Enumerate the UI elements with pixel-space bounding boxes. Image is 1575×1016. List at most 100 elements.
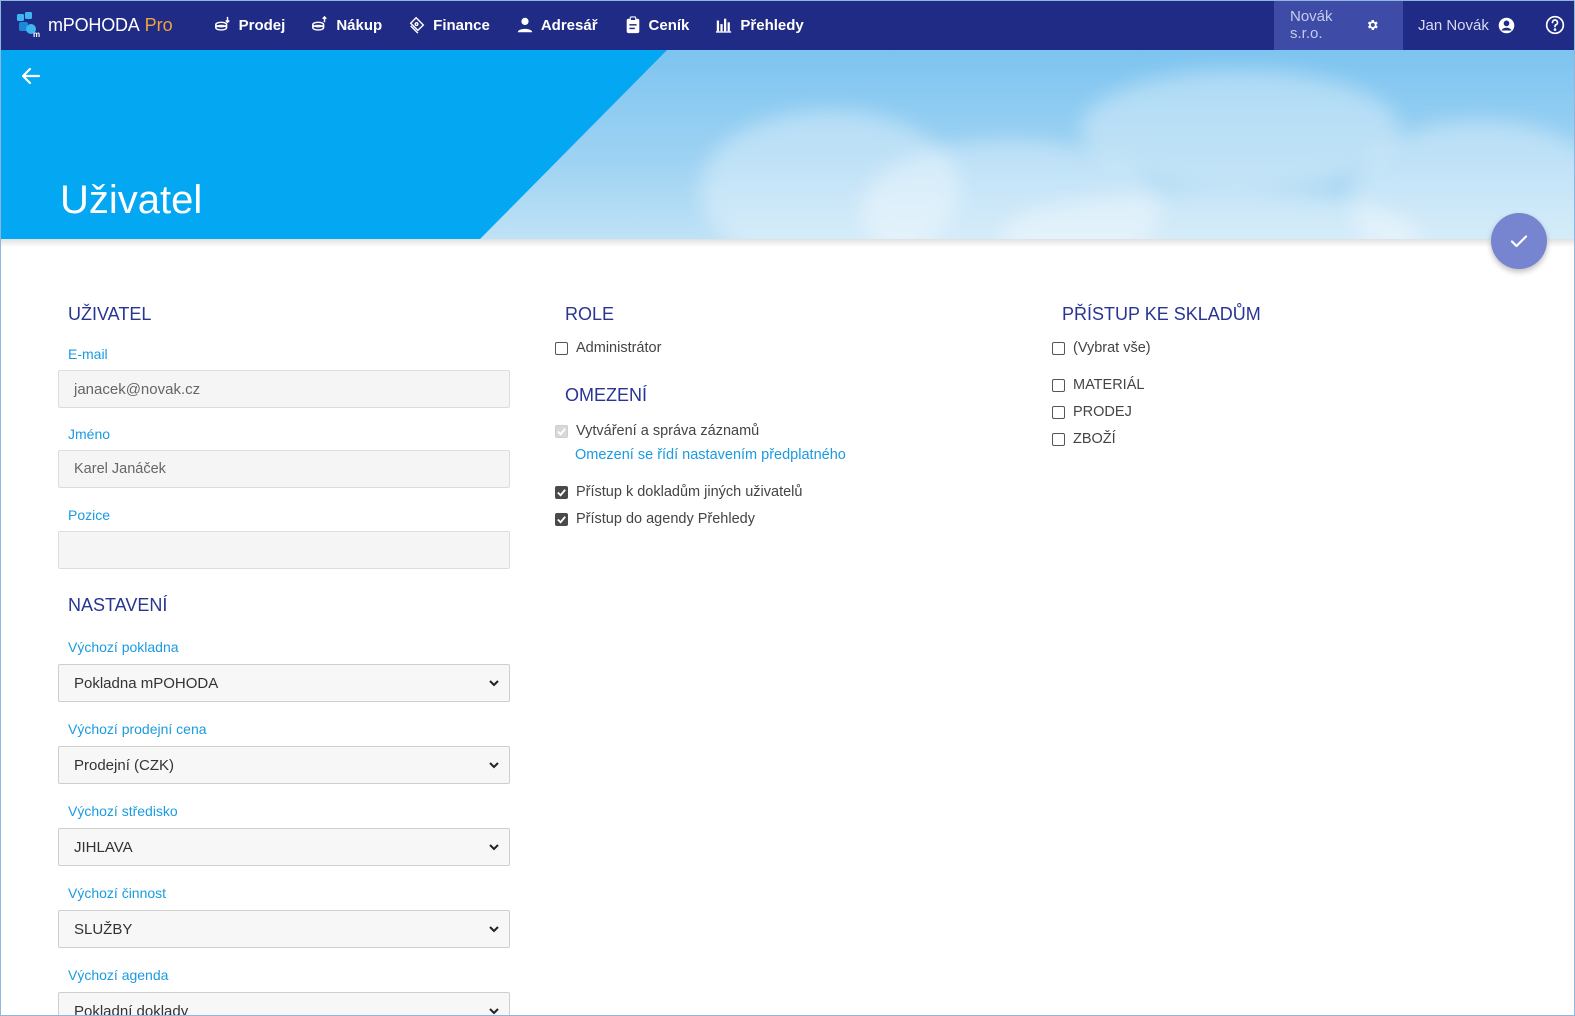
default-cash-desk-label: Výchozí pokladna xyxy=(68,639,179,655)
warehouse-label: PRODEJ xyxy=(1073,404,1132,420)
nav-item-finance[interactable]: Finance xyxy=(395,0,503,50)
name-field[interactable]: Karel Janáček xyxy=(58,450,510,488)
main-nav: Prodej Nákup Finance Adresář Ceník Přehl… xyxy=(201,0,817,50)
user-menu[interactable]: Jan Novák xyxy=(1403,0,1515,50)
gear-icon xyxy=(1368,20,1379,30)
warehouse-checkbox[interactable] xyxy=(1052,432,1065,446)
nav-item-cenik[interactable]: Ceník xyxy=(611,0,703,50)
warehouse-checkbox-row[interactable]: ZBOŽÍ xyxy=(1052,429,1492,449)
warehouse-column: PŘÍSTUP KE SKLADŮM (Vybrat vše) MATERIÁL… xyxy=(1052,300,1492,449)
reports-checkbox-row[interactable]: Přístup do agendy Přehledy xyxy=(555,509,995,529)
default-center-label: Výchozí středisko xyxy=(68,803,178,819)
svg-text:m: m xyxy=(33,30,40,38)
check-icon xyxy=(1510,235,1528,248)
nav-item-label: Ceník xyxy=(648,16,690,34)
bar-chart-icon xyxy=(716,18,732,33)
others-docs-checkbox[interactable] xyxy=(555,485,568,499)
admin-checkbox-row[interactable]: Administrátor xyxy=(555,338,995,358)
person-icon xyxy=(517,17,533,33)
default-agenda-label: Výchozí agenda xyxy=(68,967,169,983)
select-value: Pokladní doklady xyxy=(74,1002,189,1016)
header-right: Novák s.r.o. Jan Novák xyxy=(1274,0,1575,50)
warehouse-section-title: PŘÍSTUP KE SKLADŮM xyxy=(1062,304,1261,324)
chevron-down-icon xyxy=(489,844,499,851)
help-icon xyxy=(1545,15,1565,35)
checkmark-icon xyxy=(557,427,566,436)
account-circle-icon xyxy=(1498,17,1515,33)
select-all-checkbox-row[interactable]: (Vybrat vše) xyxy=(1052,338,1492,358)
app-name: mPOHODA xyxy=(48,14,140,35)
default-price-select[interactable]: Prodejní (CZK) xyxy=(58,746,510,784)
position-field[interactable] xyxy=(58,531,510,569)
chevron-down-icon xyxy=(489,680,499,687)
help-button[interactable] xyxy=(1515,0,1575,50)
select-all-checkbox[interactable] xyxy=(1052,341,1065,355)
create-records-label: Vytváření a správa záznamů xyxy=(576,423,760,439)
user-name: Jan Novák xyxy=(1418,16,1489,34)
purchase-icon xyxy=(312,16,328,31)
settings-section-title: NASTAVENÍ xyxy=(68,595,168,615)
default-price-label: Výchozí prodejní cena xyxy=(68,721,207,737)
select-value: SLUŽBY xyxy=(74,920,133,938)
checkmark-icon xyxy=(557,515,566,524)
default-agenda-select[interactable]: Pokladní doklady xyxy=(58,992,510,1016)
name-label: Jméno xyxy=(68,426,111,442)
mpohoda-logo-icon: m xyxy=(17,12,40,38)
default-center-select[interactable]: JIHLAVA xyxy=(58,828,510,866)
save-button[interactable] xyxy=(1491,213,1547,269)
page-title: Uživatel xyxy=(60,178,203,222)
reports-checkbox[interactable] xyxy=(555,512,568,526)
chevron-down-icon xyxy=(489,1008,499,1015)
subscription-link[interactable]: Omezení se řídí nastavením předplatného xyxy=(575,447,846,463)
warehouse-label: MATERIÁL xyxy=(1073,377,1145,393)
admin-checkbox[interactable] xyxy=(555,341,568,355)
back-arrow-icon[interactable] xyxy=(19,64,43,88)
default-cash-desk-select[interactable]: Pokladna mPOHODA xyxy=(58,664,510,702)
select-value: JIHLAVA xyxy=(74,838,133,856)
others-docs-label: Přístup k dokladům jiných uživatelů xyxy=(576,484,803,500)
restrictions-section-title: OMEZENÍ xyxy=(565,385,648,405)
chevron-down-icon xyxy=(489,926,499,933)
reports-label: Přístup do agendy Přehledy xyxy=(576,511,755,527)
default-activity-select[interactable]: SLUŽBY xyxy=(58,910,510,948)
role-column: ROLE Administrátor OMEZENÍ Vytváření a s… xyxy=(555,300,995,529)
admin-label: Administrátor xyxy=(576,340,662,356)
top-navigation-bar: m mPOHODA Pro Prodej Nákup Finance Adres… xyxy=(0,0,1575,50)
page-banner: Uživatel xyxy=(0,50,1575,239)
nav-item-label: Prodej xyxy=(238,16,286,34)
nav-item-label: Přehledy xyxy=(740,16,804,34)
others-docs-checkbox-row[interactable]: Přístup k dokladům jiných uživatelů xyxy=(555,482,995,502)
select-all-label: (Vybrat vše) xyxy=(1073,340,1151,356)
warehouse-checkbox[interactable] xyxy=(1052,405,1065,419)
app-edition: Pro xyxy=(144,14,173,35)
finance-icon xyxy=(409,16,425,34)
create-records-checkbox xyxy=(555,424,568,438)
user-column: UŽIVATEL E-mail janacek@novak.cz Jméno K… xyxy=(58,300,510,1016)
app-logo[interactable]: m mPOHODA Pro xyxy=(16,0,173,50)
nav-item-prodej[interactable]: Prodej xyxy=(201,0,299,50)
company-selector[interactable]: Novák s.r.o. xyxy=(1274,0,1403,50)
nav-item-nakup[interactable]: Nákup xyxy=(298,0,395,50)
warehouse-checkbox[interactable] xyxy=(1052,378,1065,392)
checkmark-icon xyxy=(557,488,566,497)
nav-item-prehledy[interactable]: Přehledy xyxy=(702,0,816,50)
default-activity-label: Výchozí činnost xyxy=(68,885,167,901)
subscription-link-wrap: Omezení se řídí nastavením předplatného xyxy=(575,445,995,465)
warehouse-label: ZBOŽÍ xyxy=(1073,431,1116,447)
banner-shadow xyxy=(0,239,1575,247)
select-value: Prodejní (CZK) xyxy=(74,756,175,774)
user-section-title: UŽIVATEL xyxy=(68,304,152,324)
chevron-down-icon xyxy=(489,762,499,769)
email-label: E-mail xyxy=(68,346,108,362)
nav-item-adresar[interactable]: Adresář xyxy=(503,0,611,50)
email-field[interactable]: janacek@novak.cz xyxy=(58,370,510,408)
nav-item-label: Adresář xyxy=(540,16,598,34)
create-records-checkbox-row: Vytváření a správa záznamů xyxy=(555,421,995,441)
warehouse-checkbox-row[interactable]: MATERIÁL xyxy=(1052,375,1492,395)
banner-cloud xyxy=(1080,70,1400,190)
position-label: Pozice xyxy=(68,507,111,523)
clipboard-icon xyxy=(626,16,639,34)
warehouse-checkbox-row[interactable]: PRODEJ xyxy=(1052,402,1492,422)
select-value: Pokladna mPOHODA xyxy=(74,674,219,692)
company-name: Novák s.r.o. xyxy=(1290,8,1333,42)
